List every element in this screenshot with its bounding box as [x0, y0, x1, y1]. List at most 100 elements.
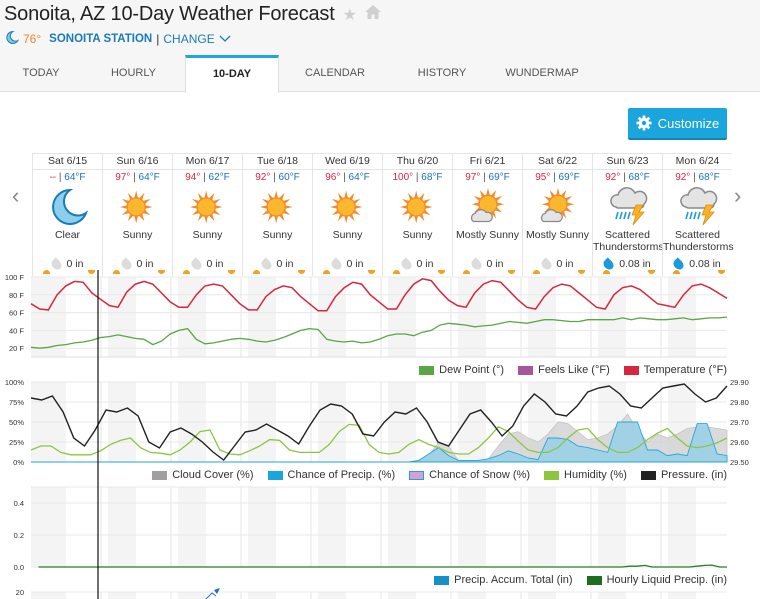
night-band	[528, 592, 556, 599]
day-column[interactable]: Sat 6/22 95° | 69°F Mostly Sunny 0 in	[522, 154, 592, 276]
night-band	[318, 487, 346, 567]
condition-label: Mostly Sunny	[525, 229, 590, 241]
low-temp: 62°F	[208, 172, 230, 183]
condition-label: Sunny	[122, 229, 153, 241]
tab-10-day[interactable]: 10-DAY	[185, 55, 279, 93]
sunrise-icon	[183, 270, 190, 274]
sunrise-icon	[603, 270, 610, 274]
low-temp: 69°F	[488, 172, 510, 183]
axis-tick-label: 0%	[13, 458, 24, 467]
legend-chance-precip[interactable]: Chance of Precip. (%)	[267, 469, 395, 481]
station-name[interactable]: SONOITA STATION	[49, 33, 152, 45]
night-band	[668, 382, 696, 462]
legend-pressure[interactable]: Pressure. (in)	[640, 469, 727, 481]
sunny-icon	[173, 185, 242, 229]
night-band	[668, 277, 696, 357]
axis-tick-label: 0.4	[14, 499, 24, 508]
legend-cloud-cover[interactable]: Cloud Cover (%)	[152, 469, 254, 481]
sunny-icon	[243, 185, 312, 229]
night-band	[108, 592, 136, 599]
sunset-icon	[438, 270, 445, 274]
axis-tick-label: 80 F	[9, 291, 24, 300]
day-column[interactable]: Tue 6/18 92° | 60°F Sunny 0 in	[242, 154, 312, 276]
day-temps: 92° | 68°F	[605, 172, 650, 183]
night-band	[38, 592, 66, 599]
high-temp: 97°	[465, 172, 481, 183]
legend-chance-snow[interactable]: Chance of Snow (%)	[409, 469, 530, 481]
sky-legend: Cloud Cover (%) Chance of Precip. (%) Ch…	[138, 469, 727, 481]
tab-today[interactable]: TODAY	[0, 55, 82, 92]
low-temp: 68°F	[421, 172, 443, 183]
day-column[interactable]: Sun 6/16 97° | 64°F Sunny 0 in	[102, 154, 172, 276]
sunrise-icon	[533, 270, 540, 274]
customize-button[interactable]: Customize	[628, 108, 727, 140]
legend-precip-accum[interactable]: Precip. Accum. Total (in)	[434, 574, 573, 586]
day-column[interactable]: Mon 6/24 92° | 68°F Scattered Thunderstorm…	[662, 154, 734, 276]
day-column[interactable]: Mon 6/17 94° | 62°F Sunny 0 in	[172, 154, 242, 276]
condition-label: Scattered Thunderstorms	[663, 229, 734, 253]
day-column[interactable]: Sat 6/15 -- | 64°F Clear 0 in	[32, 154, 102, 276]
night-band	[178, 592, 206, 599]
condition-label: Clear	[54, 229, 81, 241]
sunny-icon	[313, 185, 382, 229]
tab-hourly[interactable]: HOURLY	[82, 55, 185, 92]
night-band	[458, 277, 486, 357]
axis-tick-label: 20	[16, 588, 24, 597]
low-temp: 64°F	[348, 172, 370, 183]
mostly-sunny-icon	[453, 185, 522, 229]
home-icon[interactable]	[364, 5, 381, 24]
legend-dew-point[interactable]: Dew Point (°)	[419, 364, 504, 376]
next-arrow-icon[interactable]: ›	[734, 183, 741, 209]
tab-wundermap[interactable]: WUNDERMAP	[493, 55, 591, 92]
tab-calendar[interactable]: CALENDAR	[279, 55, 391, 92]
day-date: Fri 6/21	[453, 154, 522, 170]
low-temp: 68°F	[628, 172, 650, 183]
day-column[interactable]: Fri 6/21 97° | 69°F Mostly Sunny 0 in	[452, 154, 522, 276]
humidity-line	[30, 423, 728, 456]
sunrise-icon	[323, 270, 330, 274]
legend-feels-like[interactable]: Feels Like (°F)	[518, 364, 610, 376]
sunset-icon	[508, 270, 515, 274]
high-temp: 100°	[392, 172, 414, 183]
day-column[interactable]: Thu 6/20 100° | 68°F Sunny 0 in	[382, 154, 452, 276]
current-temperature: 76°	[23, 32, 42, 46]
axis-tick-label: 100 F	[5, 273, 25, 282]
tab-history[interactable]: HISTORY	[391, 55, 493, 92]
day-temps: 100° | 68°F	[392, 172, 443, 183]
legend-temperature[interactable]: Temperature (°F)	[623, 364, 727, 376]
night-band	[528, 487, 556, 567]
day-column[interactable]: Sun 6/23 92° | 68°F Scattered Thunderstorm…	[592, 154, 664, 276]
star-icon[interactable]: ★	[343, 5, 357, 25]
day-date: Sat 6/15	[33, 154, 102, 170]
sunrise-icon	[113, 270, 120, 274]
day-temps: 92° | 60°F	[255, 172, 300, 183]
day-date: Sun 6/23	[593, 154, 662, 170]
axis-tick-label: 40 F	[9, 326, 24, 335]
chevron-down-icon[interactable]	[219, 32, 231, 46]
night-band	[318, 592, 346, 599]
day-column[interactable]: Wed 6/19 96° | 64°F Sunny 0 in	[312, 154, 382, 276]
night-band	[178, 277, 206, 357]
change-station-link[interactable]: CHANGE	[163, 32, 214, 46]
night-band	[598, 277, 626, 357]
forecast-days: Sat 6/15 -- | 64°F Clear 0 in Sun 6/16 97° | …	[32, 153, 734, 276]
night-band	[598, 592, 626, 599]
low-temp: 64°F	[138, 172, 160, 183]
sunset-icon	[158, 270, 165, 274]
high-temp: 92°	[605, 172, 621, 183]
day-date: Tue 6/18	[243, 154, 312, 170]
previous-arrow-icon[interactable]: ‹	[12, 183, 19, 209]
high-temp: 97°	[115, 172, 131, 183]
axis-tick-label: 29.70	[730, 418, 749, 427]
page-header: Sonoita, AZ 10-Day Weather Forecast ★ 76…	[0, 0, 760, 93]
day-date: Sat 6/22	[523, 154, 592, 170]
legend-humidity[interactable]: Humidity (%)	[544, 469, 627, 481]
axis-tick-label: 100%	[5, 378, 25, 387]
sunset-icon	[228, 270, 235, 274]
sunny-icon	[383, 185, 452, 229]
night-band	[388, 382, 416, 462]
condition-label: Sunny	[192, 229, 223, 241]
night-band	[388, 487, 416, 567]
legend-hourly-precip[interactable]: Hourly Liquid Precip. (in)	[586, 574, 727, 586]
high-temp: 94°	[185, 172, 201, 183]
